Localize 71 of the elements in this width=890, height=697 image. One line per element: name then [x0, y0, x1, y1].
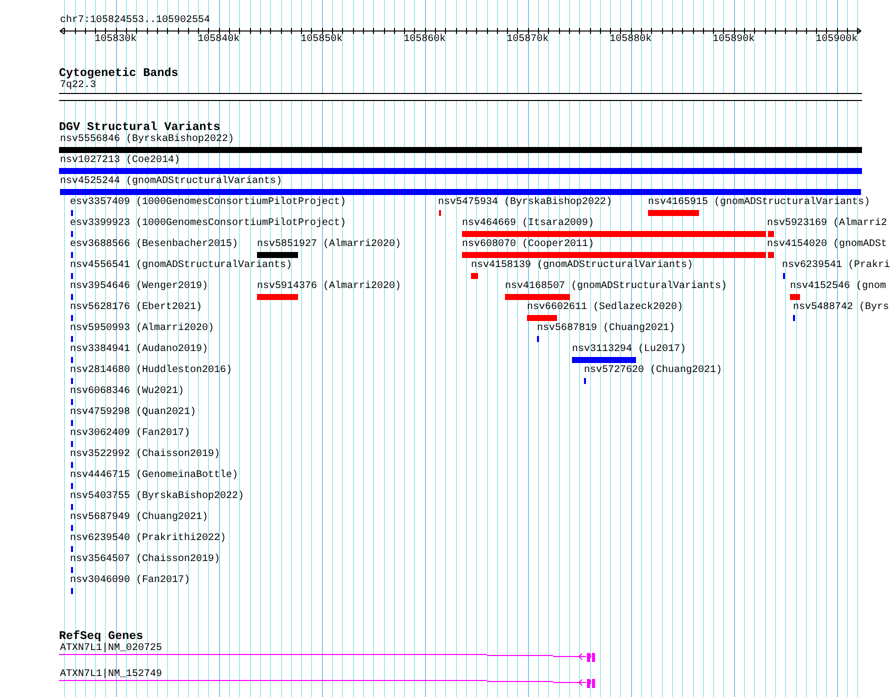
- variant-label: nsv5914376 (Almarri2020): [257, 281, 402, 293]
- variant-bar[interactable]: [462, 231, 766, 237]
- variant-label: nsv4154020 (gnomADSt: [767, 239, 888, 251]
- variant-label: nsv6602611 (Sedlazeck2020): [527, 302, 684, 314]
- variant-label: esv3399923 (1000GenomesConsortiumPilotProject): [70, 218, 346, 230]
- variant-bar[interactable]: [572, 357, 636, 363]
- variant-bar[interactable]: [59, 147, 862, 153]
- variant-label: nsv4168507 (gnomADStructuralVariants): [505, 281, 728, 293]
- variant-label: nsv5687819 (Chuang2021): [537, 323, 676, 335]
- variant-bar[interactable]: [257, 252, 298, 258]
- variant-label: nsv5475934 (ByrskaBishop2022): [438, 197, 612, 209]
- variant-label: nsv3384941 (Audano2019): [70, 344, 208, 356]
- variant-label: nsv5727620 (Chuang2021): [584, 365, 722, 377]
- variant-label: nsv4158139 (gnomADStructuralVariants): [471, 260, 694, 272]
- ruler-tick-label: 105830k: [94, 34, 137, 46]
- transcript-label: ATXN7L1|NM_020725: [60, 643, 162, 655]
- variant-label: nsv3113294 (Lu2017): [572, 344, 686, 356]
- variant-bar[interactable]: [471, 273, 478, 279]
- ruler-tick-label: 105870k: [506, 34, 549, 46]
- ruler-tick-label: 105880k: [610, 34, 652, 46]
- variant-label: nsv6239541 (Prakri: [782, 260, 890, 272]
- variant-bar[interactable]: [257, 294, 298, 300]
- variant-bar[interactable]: [462, 252, 766, 258]
- variant-label: nsv5556846 (ByrskaBishop2022): [60, 134, 234, 146]
- variant-label: nsv5628176 (Ebert2021): [70, 302, 202, 314]
- ruler-tick-label: 105900k: [816, 34, 858, 46]
- track-title: RefSeq Genes: [59, 630, 144, 643]
- variant-label: esv3357409 (1000GenomesConsortiumPilotProject): [70, 197, 346, 209]
- variant-label: nsv2814680 (Huddleston2016): [70, 365, 232, 377]
- ruler-tick-label: 105840k: [198, 34, 240, 46]
- track-title: DGV Structural Variants: [59, 121, 220, 134]
- variant-bar[interactable]: [505, 294, 570, 300]
- variant-label: nsv3062409 (Fan2017): [70, 428, 190, 440]
- variant-label: nsv4759298 (Quan2021): [70, 407, 196, 419]
- variant-label: nsv608070 (Cooper2011): [462, 239, 594, 251]
- variant-label: nsv5923169 (Almarri2: [767, 218, 888, 230]
- variant-label: nsv5687949 (Chuang2021): [70, 512, 208, 524]
- ruler-tick-label: 105860k: [404, 34, 446, 46]
- variant-label: nsv3564507 (Chaisson2019): [70, 554, 220, 566]
- gene-model-drawing[interactable]: [59, 653, 595, 662]
- variant-label: nsv3046090 (Fan2017): [70, 575, 190, 587]
- variant-label: nsv4525244 (gnomADStructuralVariants): [60, 176, 282, 188]
- variant-bar[interactable]: [790, 294, 800, 300]
- ruler-tick-label: 105850k: [300, 34, 343, 46]
- variant-label: nsv5403755 (ByrskaBishop2022): [70, 491, 244, 503]
- variant-bar[interactable]: [768, 252, 774, 258]
- variant-bar[interactable]: [60, 189, 861, 195]
- variant-bar[interactable]: [527, 315, 557, 321]
- variant-bar[interactable]: [648, 210, 699, 216]
- ruler-tick-label: 105890k: [712, 34, 755, 46]
- location-label: chr7:105824553..105902554: [60, 15, 210, 27]
- band-label: 7q22.3: [60, 80, 96, 92]
- gene-model-drawing[interactable]: [59, 679, 595, 688]
- variant-label: nsv4165915 (gnomADStructuralVariants): [648, 197, 870, 209]
- track-title: Cytogenetic Bands: [59, 67, 178, 80]
- variant-label: nsv6239540 (Prakrithi2022): [70, 533, 226, 545]
- variant-label: nsv3954646 (Wenger2019): [70, 281, 208, 293]
- variant-bar[interactable]: [59, 168, 862, 174]
- transcript-label: ATXN7L1|NM_152749: [60, 669, 162, 681]
- variant-label: nsv3522992 (Chaisson2019): [70, 449, 220, 461]
- variant-label: nsv5950993 (Almarri2020): [70, 323, 214, 335]
- variant-label: nsv4556541 (gnomADStructuralVariants): [70, 260, 292, 272]
- variant-label: nsv1027213 (Coe2014): [60, 155, 180, 167]
- variant-bar[interactable]: [768, 231, 774, 237]
- variant-label: nsv4152546 (gnom: [790, 281, 886, 293]
- variant-label: nsv464669 (Itsara2009): [462, 218, 594, 230]
- variant-label: nsv5851927 (Almarri2020): [257, 239, 402, 251]
- variant-label: esv3688566 (Besenbacher2015): [70, 239, 238, 251]
- variant-label: nsv6068346 (Wu2021): [70, 386, 184, 398]
- variant-label: nsv5488742 (Byrs: [793, 302, 890, 314]
- variant-label: nsv4446715 (GenomeinaBottle): [70, 470, 238, 482]
